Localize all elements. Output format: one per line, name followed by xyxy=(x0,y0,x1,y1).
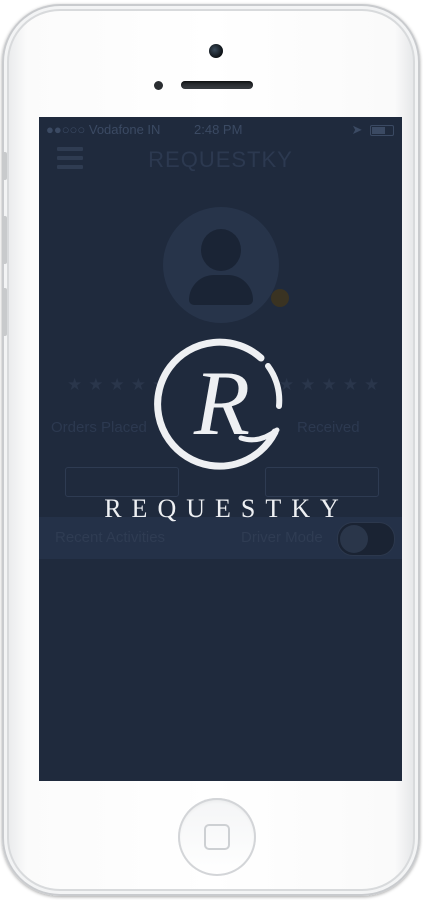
phone-frame: ●●○○○ Vodafone IN 2:48 PM ➤ REQUESTKY ★★… xyxy=(2,4,420,896)
front-camera xyxy=(209,44,223,58)
earpiece-speaker xyxy=(181,81,253,89)
location-icon: ➤ xyxy=(351,122,365,137)
rating-stars-right: ★★★★★ xyxy=(279,375,386,394)
orders-placed-label: Orders Placed xyxy=(51,419,147,436)
avatar-head xyxy=(201,229,241,271)
carrier-label: ●●○○○ Vodafone IN xyxy=(46,122,161,137)
volume-up-button xyxy=(2,216,7,264)
battery-icon xyxy=(370,125,394,137)
status-icons: ➤ xyxy=(351,122,394,138)
recent-activities-label[interactable]: Recent Activities xyxy=(55,529,165,546)
driver-mode-toggle[interactable] xyxy=(337,522,395,556)
clock: 2:48 PM xyxy=(194,122,243,137)
toggle-knob xyxy=(340,525,368,553)
home-square-icon xyxy=(204,824,230,850)
avatar[interactable] xyxy=(163,207,279,323)
proximity-sensor xyxy=(154,81,163,90)
mute-switch xyxy=(2,152,7,180)
orders-received-label: Received xyxy=(297,419,360,436)
brand-name: REQUESTKY xyxy=(104,494,349,523)
volume-down-button xyxy=(2,288,7,336)
status-bar: ●●○○○ Vodafone IN 2:48 PM ➤ xyxy=(39,117,402,139)
screen: ●●○○○ Vodafone IN 2:48 PM ➤ REQUESTKY ★★… xyxy=(39,117,402,781)
home-button[interactable] xyxy=(178,798,256,876)
app-title: REQUESTKY xyxy=(148,147,293,172)
requestky-logo-icon: R xyxy=(154,338,283,470)
avatar-body xyxy=(189,275,253,305)
status-dot xyxy=(271,289,289,307)
driver-mode-label: Driver Mode xyxy=(241,529,323,546)
